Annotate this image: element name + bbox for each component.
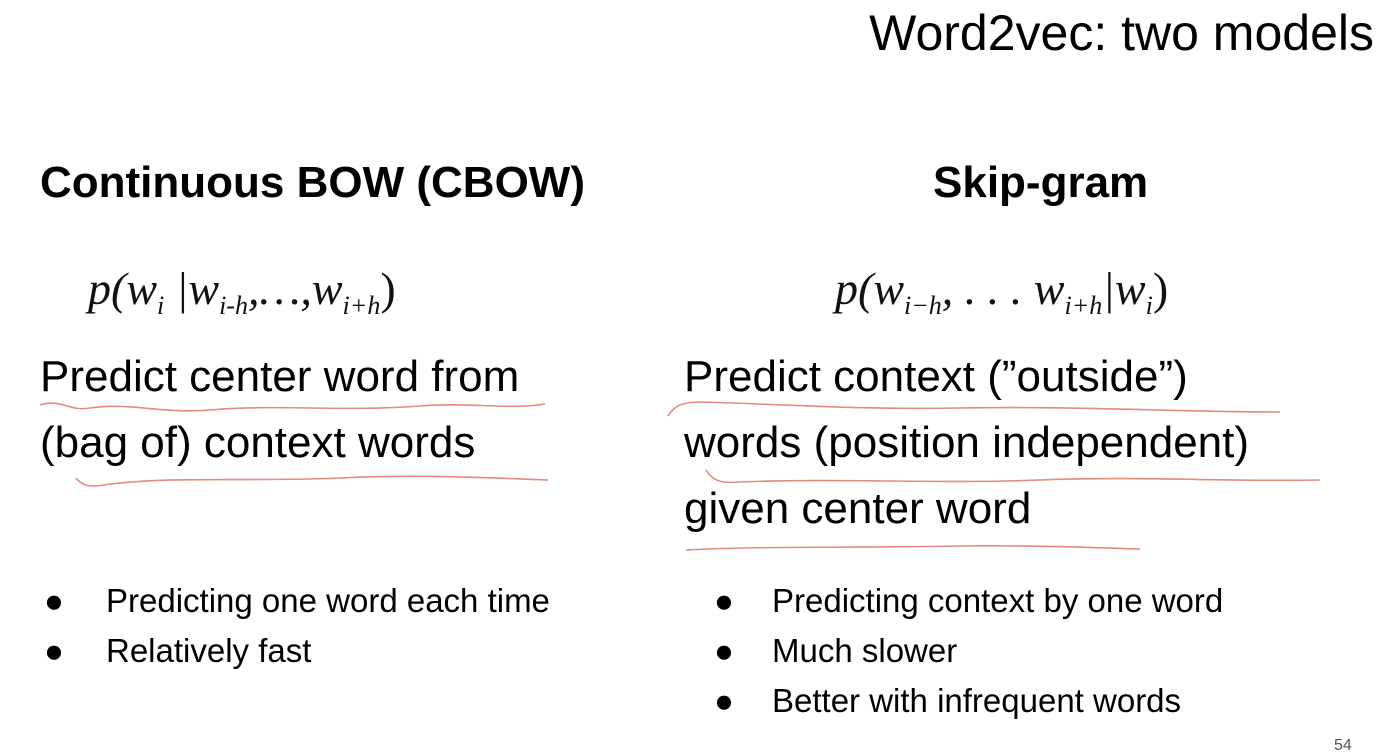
cbow-formula: p(wi |wi-h,…,wi+h) bbox=[88, 263, 396, 320]
bullet-dot-icon: ● bbox=[714, 682, 734, 719]
bullet-dot-icon: ● bbox=[714, 632, 734, 669]
slide-title: Word2vec: two models bbox=[869, 5, 1374, 61]
skipgram-line-1-underline bbox=[667, 401, 1281, 417]
cbow-line-2-underline bbox=[75, 475, 549, 487]
page-number: 54 bbox=[1334, 737, 1352, 754]
skipgram-description-line-2: words (position independent) bbox=[684, 418, 1250, 467]
skipgram-line-2-underline bbox=[705, 469, 1321, 484]
skipgram-heading: Skip-gram bbox=[933, 158, 1149, 207]
bullet-dot-icon: ● bbox=[44, 582, 64, 619]
cbow-description-line-1: Predict center word from bbox=[40, 352, 520, 401]
cbow-description-line-2: (bag of) context words bbox=[40, 418, 476, 467]
cbow-heading: Continuous BOW (CBOW) bbox=[40, 158, 585, 207]
skipgram-line-3-underline bbox=[685, 544, 1141, 551]
skipgram-description-line-1: Predict context (”outside”) bbox=[684, 352, 1188, 401]
skipgram-description-line-3: given center word bbox=[684, 484, 1032, 533]
bullet-dot-icon: ● bbox=[44, 632, 64, 669]
cbow-line-1-underline bbox=[39, 402, 546, 412]
skipgram-formula: p(wi−h, . . . wi+h|wi) bbox=[835, 263, 1169, 320]
bullet-dot-icon: ● bbox=[714, 582, 734, 619]
